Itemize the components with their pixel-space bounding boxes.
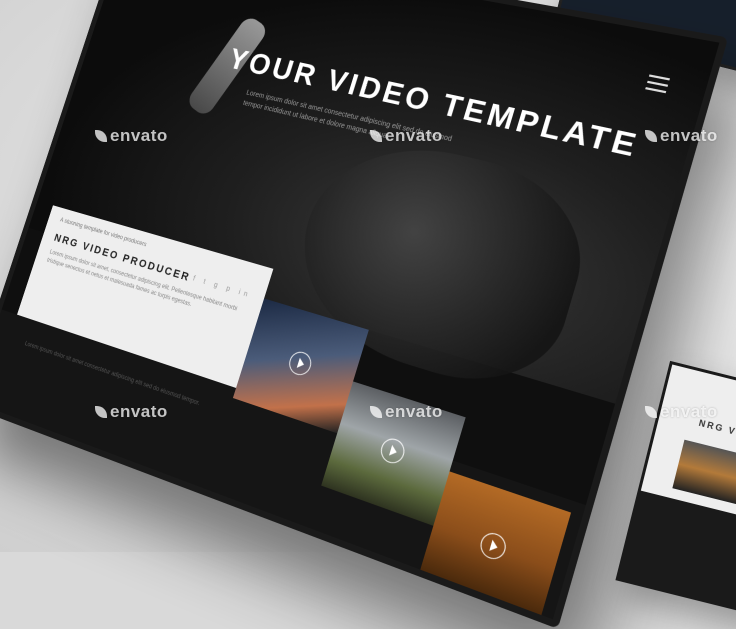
play-icon[interactable] [286, 349, 314, 378]
envato-leaf-icon [95, 130, 107, 142]
play-icon[interactable] [378, 436, 408, 467]
watermark: envato [645, 402, 718, 422]
envato-leaf-icon [95, 406, 107, 418]
envato-leaf-icon [645, 406, 657, 418]
side-device-title: NRG VIDEO P [698, 418, 736, 447]
hamburger-menu-icon[interactable] [645, 74, 670, 93]
watermark: envato [95, 402, 168, 422]
envato-leaf-icon [645, 130, 657, 142]
play-icon[interactable] [477, 530, 508, 563]
watermark: envato [95, 126, 168, 146]
watermark: envato [645, 126, 718, 146]
watermark: envato [370, 126, 443, 146]
watermark: envato [370, 402, 443, 422]
envato-leaf-icon [370, 406, 382, 418]
envato-leaf-icon [370, 130, 382, 142]
side-device-image [672, 440, 736, 505]
side-device-dark-panel [617, 491, 736, 626]
